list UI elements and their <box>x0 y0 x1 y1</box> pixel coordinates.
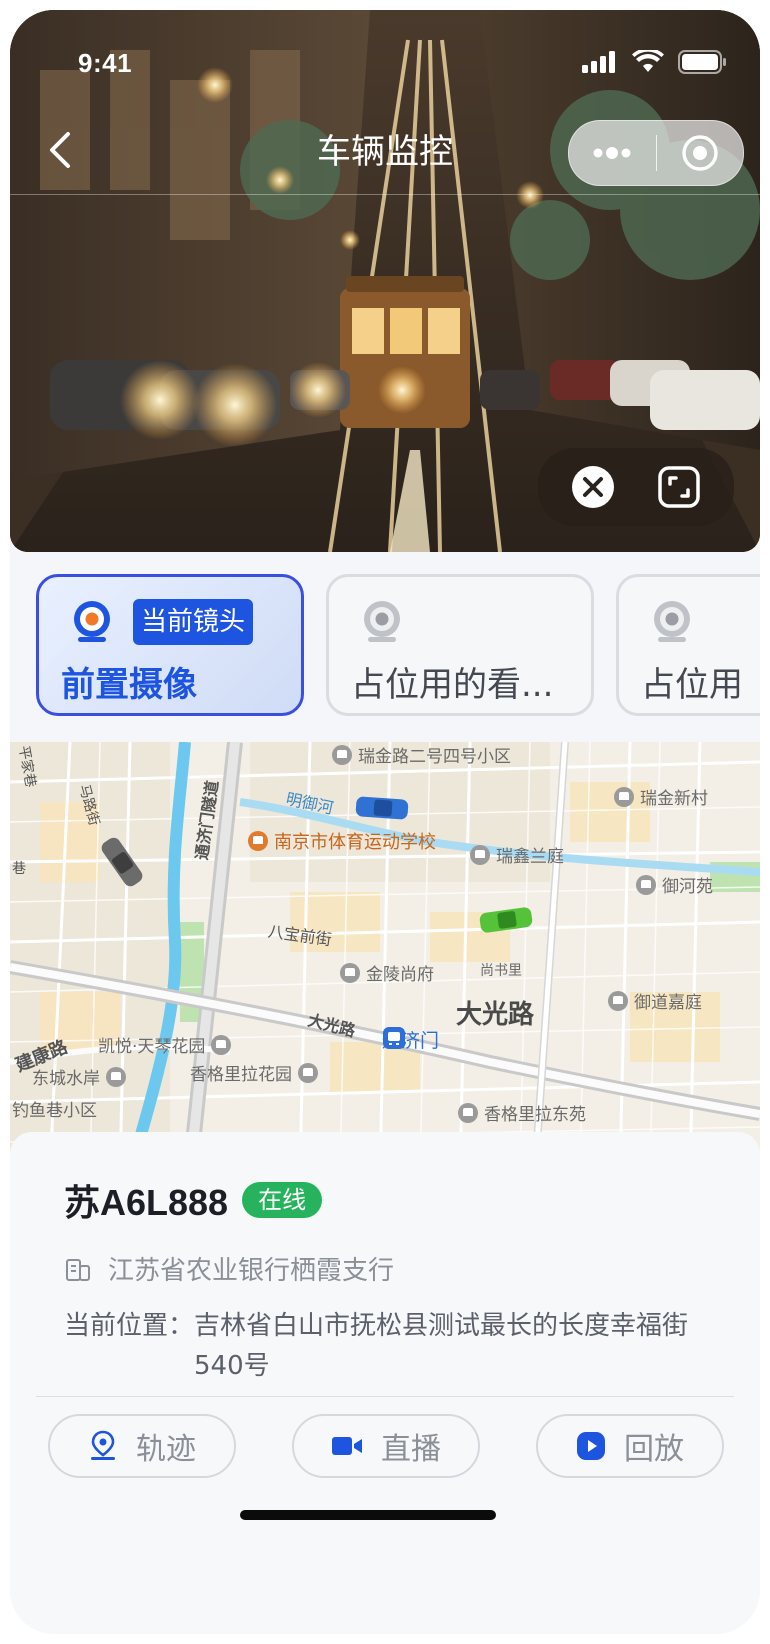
map-view[interactable]: 瑞金路二号四号小区 瑞金新村 南京市体育运动学校 瑞鑫兰庭 御河苑 金陵尚府 尚… <box>10 742 760 1172</box>
live-label: 直播 <box>381 1432 441 1467</box>
target-circle-icon <box>682 135 718 171</box>
track-label: 轨迹 <box>136 1432 196 1467</box>
map-poi[interactable]: 东城水岸 <box>32 1064 126 1089</box>
map-road-label: 巷 <box>12 861 26 877</box>
playback-button[interactable]: 回放 <box>536 1414 724 1478</box>
divider <box>36 1396 734 1397</box>
more-dots-icon <box>593 147 631 159</box>
close-video-button[interactable] <box>569 463 617 511</box>
current-camera-badge: 当前镜头 <box>133 599 254 645</box>
map-poi[interactable]: 瑞金新村 <box>614 784 708 809</box>
camera-tab-front[interactable]: 当前镜头 前置摄像 <box>36 574 304 716</box>
camera-lens-icon <box>364 601 400 642</box>
map-poi: 尚书里 <box>480 963 522 979</box>
mini-program-capsule <box>568 120 744 186</box>
location-value: 吉林省白山市抚松县测试最长的长度幸福街540号 <box>194 1311 689 1381</box>
battery-icon <box>678 50 726 74</box>
nav-bar: 车辆监控 <box>10 110 760 195</box>
camera-tab-3[interactable]: 占位用 <box>616 574 760 716</box>
vehicle-marker-blue[interactable] <box>355 796 409 820</box>
phone-screen: 9:41 车辆监控 当前镜头 前置摄像 占位用的看... 占位用 瑞金路二号四号… <box>10 10 760 1634</box>
camera-tab-2[interactable]: 占位用的看... <box>326 574 594 716</box>
camera-lens-icon <box>654 601 690 642</box>
wifi-icon <box>632 50 664 72</box>
track-button[interactable]: 轨迹 <box>48 1414 236 1478</box>
map-poi[interactable]: 金陵尚府 <box>340 960 434 985</box>
map-poi[interactable]: 御河苑 <box>636 872 713 897</box>
action-bar: 轨迹 直播 回放 <box>48 1414 724 1478</box>
track-pin-icon <box>91 1430 115 1460</box>
camera-lens-icon <box>74 601 110 642</box>
status-badge: 在线 <box>242 1182 323 1218</box>
home-indicator <box>240 1510 496 1520</box>
metro-icon <box>383 1027 405 1049</box>
map-poi[interactable]: 凯悦·天琴花园 <box>98 1032 232 1057</box>
status-bar: 9:41 <box>10 10 760 110</box>
organization-name: 江苏省农业银行栖霞支行 <box>108 1256 395 1286</box>
playback-label: 回放 <box>624 1432 684 1467</box>
map-poi[interactable]: 瑞金路二号四号小区 <box>332 742 511 767</box>
live-button[interactable]: 直播 <box>292 1414 480 1478</box>
map-poi[interactable]: 御道嘉庭 <box>608 988 702 1013</box>
close-circle-icon <box>572 466 614 508</box>
location-label: 当前位置： <box>64 1311 195 1341</box>
play-circle-icon <box>577 1432 605 1460</box>
map-poi[interactable]: 瑞鑫兰庭 <box>470 842 564 867</box>
fullscreen-icon <box>658 466 700 508</box>
map-area-label: 大光路 <box>456 1000 535 1030</box>
fullscreen-button[interactable] <box>655 463 703 511</box>
signal-icon <box>582 51 615 73</box>
map-poi[interactable]: 香格里拉花园 <box>190 1060 318 1085</box>
camera-label: 占位用的看... <box>351 665 554 705</box>
map-poi-school[interactable]: 南京市体育运动学校 <box>248 828 436 854</box>
more-button[interactable] <box>569 121 656 185</box>
video-controls <box>538 448 734 526</box>
map-poi[interactable]: 香格里拉东苑 <box>458 1100 586 1125</box>
building-icon <box>66 1258 90 1281</box>
exit-button[interactable] <box>657 121 744 185</box>
camera-label: 占位用 <box>641 665 743 705</box>
status-time: 9:41 <box>78 48 133 78</box>
camera-selector: 当前镜头 前置摄像 占位用的看... 占位用 <box>10 552 760 742</box>
video-player[interactable]: 9:41 车辆监控 <box>10 10 760 552</box>
vehicle-info-panel: 苏A6L888 在线 江苏省农业银行栖霞支行 当前位置： 吉林省白山市抚松县测试… <box>10 1132 760 1634</box>
map-metro-station[interactable]: 通济门 <box>382 1026 439 1053</box>
camera-label: 前置摄像 <box>61 665 197 705</box>
map-poi[interactable]: 钓鱼巷小区 <box>12 1096 97 1121</box>
video-camera-icon <box>332 1437 362 1455</box>
plate-number: 苏A6L888 <box>64 1182 229 1223</box>
